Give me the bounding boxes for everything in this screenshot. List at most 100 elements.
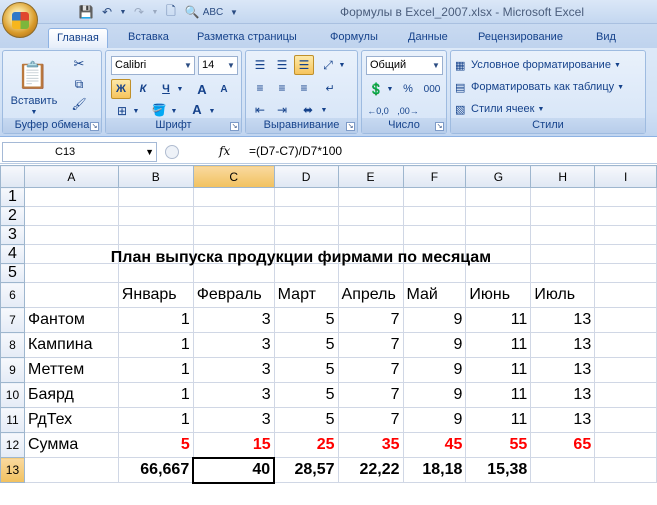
row-header[interactable]: 3 [0, 225, 25, 245]
month-cell[interactable]: Июнь [465, 282, 532, 308]
cell[interactable] [402, 206, 467, 226]
percent-cell[interactable]: 18,18 [402, 457, 467, 483]
value-cell[interactable]: 9 [402, 407, 467, 433]
column-header[interactable]: D [273, 165, 339, 188]
value-cell[interactable]: 9 [402, 357, 467, 383]
thousands-button[interactable]: 000 [420, 79, 444, 99]
row-header[interactable]: 12 [0, 432, 25, 458]
insert-function-icon[interactable]: fx [219, 144, 230, 158]
cell[interactable] [594, 187, 657, 207]
customize-qat-icon[interactable]: ▼ [225, 4, 243, 20]
cell[interactable] [273, 206, 339, 226]
month-cell[interactable]: Февраль [192, 282, 275, 308]
value-cell[interactable]: 9 [402, 332, 467, 358]
row-header[interactable]: 4 [0, 244, 25, 264]
cell-styles-button[interactable]: ▧ Стили ячеек ▼ [455, 99, 643, 119]
column-header[interactable]: A [23, 165, 119, 188]
cell[interactable] [402, 187, 467, 207]
value-cell[interactable]: 3 [192, 332, 275, 358]
cell[interactable] [23, 206, 119, 226]
value-cell[interactable]: 5 [273, 357, 339, 383]
align-bottom-icon[interactable]: ☰ [294, 55, 314, 75]
row-header[interactable]: 13 [0, 457, 25, 483]
name-box[interactable]: C13 ▼ [2, 142, 157, 162]
redo-icon[interactable]: ↷ [130, 4, 148, 20]
value-cell[interactable]: 1 [117, 332, 194, 358]
cut-icon[interactable]: ✂ [69, 55, 89, 73]
cell[interactable] [594, 382, 657, 408]
cell[interactable] [117, 225, 194, 245]
value-cell[interactable]: 13 [530, 357, 596, 383]
row-header[interactable]: 11 [0, 407, 25, 433]
month-cell[interactable]: Январь [117, 282, 194, 308]
percent-cell[interactable]: 22,22 [337, 457, 404, 483]
sum-cell[interactable]: 25 [273, 432, 339, 458]
chevron-down-icon[interactable]: ▼ [225, 57, 237, 74]
cell[interactable] [594, 244, 657, 264]
cell[interactable] [337, 225, 404, 245]
print-preview-icon[interactable]: 🔍 [183, 4, 201, 20]
font-size-combo[interactable]: 14 ▼ [198, 56, 238, 75]
percent-cell[interactable]: 28,57 [273, 457, 339, 483]
cell[interactable] [530, 187, 596, 207]
cell[interactable] [594, 332, 657, 358]
row-header[interactable]: 7 [0, 307, 25, 333]
value-cell[interactable]: 13 [530, 382, 596, 408]
font-name-combo[interactable]: Calibri ▼ [111, 56, 195, 75]
undo-icon[interactable]: ↶ [98, 4, 116, 20]
value-cell[interactable]: 11 [465, 357, 532, 383]
cell[interactable] [530, 206, 596, 226]
value-cell[interactable]: 9 [402, 382, 467, 408]
sum-label-cell[interactable]: Сумма [23, 432, 119, 458]
value-cell[interactable]: 1 [117, 307, 194, 333]
merge-dropdown-icon[interactable]: ▼ [320, 100, 328, 120]
cell[interactable] [594, 225, 657, 245]
shrink-font-button[interactable]: A [214, 79, 234, 99]
value-cell[interactable]: 3 [192, 382, 275, 408]
cell[interactable] [23, 457, 119, 483]
decrease-indent-icon[interactable]: ⇤ [250, 100, 270, 120]
cell[interactable] [192, 206, 275, 226]
font-launcher-icon[interactable]: ↘ [230, 122, 239, 131]
value-cell[interactable]: 5 [273, 407, 339, 433]
alignment-launcher-icon[interactable]: ↘ [346, 122, 355, 131]
cell[interactable] [273, 225, 339, 245]
italic-button[interactable]: К [133, 79, 153, 99]
cell[interactable] [23, 225, 119, 245]
company-cell[interactable]: Фантом [23, 307, 119, 333]
cell[interactable] [594, 457, 657, 483]
paste-icon[interactable]: 📋 [13, 55, 53, 95]
value-cell[interactable]: 1 [117, 357, 194, 383]
cell[interactable] [594, 282, 657, 308]
value-cell[interactable]: 7 [337, 407, 404, 433]
paste-button[interactable]: Вставить [9, 94, 59, 108]
value-cell[interactable]: 3 [192, 407, 275, 433]
cell[interactable] [117, 206, 194, 226]
value-cell[interactable]: 13 [530, 407, 596, 433]
cell[interactable] [192, 187, 275, 207]
value-cell[interactable]: 13 [530, 332, 596, 358]
format-painter-icon[interactable]: 🖌 [69, 95, 89, 113]
increase-indent-icon[interactable]: ⇥ [272, 100, 292, 120]
tab-formulas[interactable]: Формулы [322, 28, 386, 48]
cell[interactable] [23, 282, 119, 308]
sum-cell[interactable]: 45 [402, 432, 467, 458]
sum-cell[interactable]: 65 [530, 432, 596, 458]
cell[interactable] [594, 307, 657, 333]
bold-button[interactable]: Ж [111, 79, 131, 99]
month-cell[interactable]: Март [273, 282, 339, 308]
cell[interactable] [594, 407, 657, 433]
tab-insert[interactable]: Вставка [120, 28, 177, 48]
cell[interactable] [530, 263, 596, 283]
value-cell[interactable]: 1 [117, 407, 194, 433]
row-header[interactable]: 5 [0, 263, 25, 283]
column-header[interactable]: H [530, 165, 596, 188]
cell[interactable] [465, 206, 532, 226]
value-cell[interactable]: 7 [337, 332, 404, 358]
spellcheck-icon[interactable]: ABC [203, 4, 224, 20]
column-header[interactable]: F [402, 165, 467, 188]
align-center-icon[interactable]: ≡ [272, 78, 292, 98]
sum-cell[interactable]: 35 [337, 432, 404, 458]
column-header[interactable]: E [337, 165, 404, 188]
copy-icon[interactable]: ⧉ [69, 75, 89, 93]
